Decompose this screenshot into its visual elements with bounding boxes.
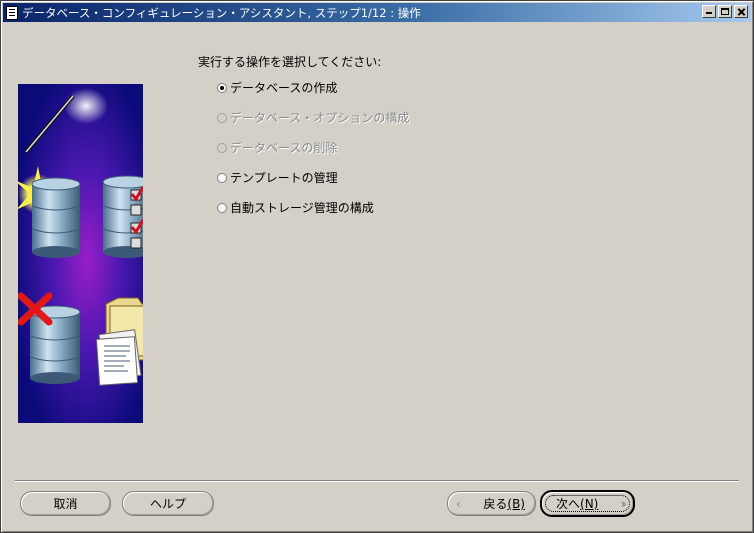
help-button[interactable]: ヘルプ (122, 491, 214, 516)
title-bar[interactable]: データベース・コンフィギュレーション・アシスタント, ステップ1/12 : 操作 (3, 3, 751, 22)
window-title: データベース・コンフィギュレーション・アシスタント, ステップ1/12 : 操作 (22, 5, 421, 20)
option-label: データベースの削除 (230, 141, 338, 155)
minimize-button[interactable] (702, 5, 716, 18)
next-label: 次へ(N) (556, 495, 598, 512)
operation-prompt: 実行する操作を選択してください: (198, 55, 382, 69)
next-text: 次へ (556, 497, 581, 511)
database-icon (29, 305, 81, 384)
next-button[interactable]: 次へ(N) ›› (540, 490, 635, 517)
maximize-icon (719, 6, 731, 17)
cancel-button[interactable]: 取消 (20, 491, 111, 516)
close-icon (735, 6, 747, 17)
chevron-left-icon: ‹ (456, 496, 461, 511)
radio-configure-options (217, 113, 227, 123)
option-configure-options: データベース・オプションの構成 (217, 111, 409, 141)
dialog-window: データベース・コンフィギュレーション・アシスタント, ステップ1/12 : 操作 (0, 0, 754, 533)
app-icon[interactable] (6, 5, 18, 20)
cloud-glow-icon (64, 88, 108, 124)
back-label: 戻る(B) (483, 495, 525, 512)
operation-options: データベースの作成 データベース・オプションの構成 データベースの削除 テンプレ… (217, 81, 409, 231)
radio-manage-templates[interactable] (217, 173, 227, 183)
radio-configure-asm[interactable] (217, 203, 227, 213)
option-label: データベースの作成 (230, 81, 338, 95)
back-text: 戻る (483, 497, 508, 511)
option-configure-asm[interactable]: 自動ストレージ管理の構成 (217, 201, 409, 231)
radio-create-database[interactable] (217, 83, 227, 93)
option-label: データベース・オプションの構成 (230, 111, 410, 125)
cancel-label: 取消 (53, 497, 78, 511)
button-separator (15, 480, 739, 482)
back-button[interactable]: ‹ 戻る(B) (447, 491, 536, 516)
close-button[interactable] (734, 5, 748, 18)
chevron-right-icon: ›› (620, 496, 626, 511)
help-label: ヘルプ (149, 497, 186, 511)
option-delete-database: データベースの削除 (217, 141, 409, 171)
next-mnemonic: (N) (580, 497, 599, 511)
option-create-database[interactable]: データベースの作成 (217, 81, 409, 111)
back-mnemonic: (B) (507, 497, 525, 511)
option-label: テンプレートの管理 (230, 171, 338, 185)
wizard-illustration (18, 84, 143, 423)
option-manage-templates[interactable]: テンプレートの管理 (217, 171, 409, 201)
minimize-icon (703, 6, 715, 17)
option-label: 自動ストレージ管理の構成 (230, 201, 374, 215)
radio-delete-database (217, 143, 227, 153)
maximize-button[interactable] (718, 5, 732, 18)
database-icon (31, 177, 81, 258)
window-controls (702, 5, 748, 18)
